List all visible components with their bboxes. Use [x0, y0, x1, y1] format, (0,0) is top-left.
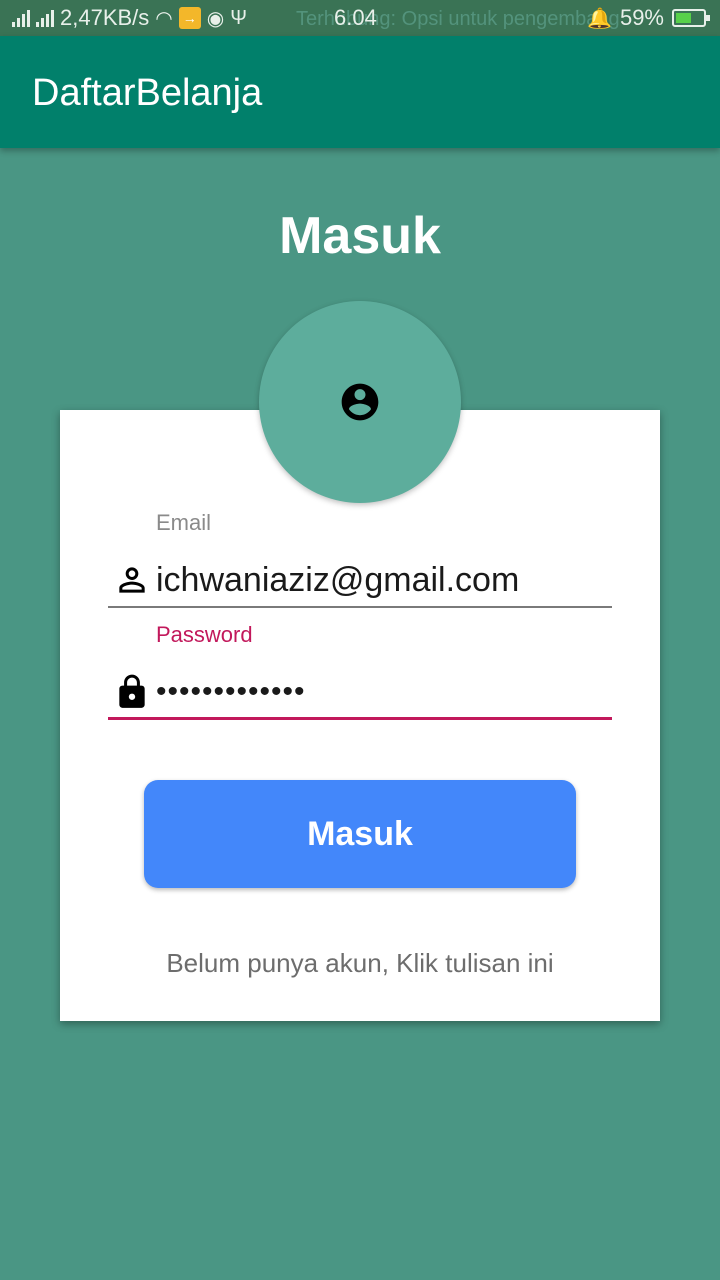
battery-icon	[672, 9, 710, 27]
email-input[interactable]	[156, 556, 612, 604]
status-bar: 2,47KB/s ◠ → ◉ Ψ Terhubung: Opsi untuk p…	[0, 0, 720, 36]
status-right: 🔔 59%	[587, 5, 710, 31]
email-label: Email	[156, 510, 212, 535]
password-label: Password	[156, 622, 253, 647]
login-button[interactable]: Masuk	[144, 780, 576, 888]
battery-fill	[676, 13, 692, 23]
register-link[interactable]: Belum punya akun, Klik tulisan ini	[60, 948, 660, 979]
password-input[interactable]	[156, 667, 612, 716]
battery-percent: 59%	[619, 5, 664, 30]
usb-icon: Ψ	[230, 6, 247, 29]
page-title: Masuk	[279, 207, 441, 265]
status-left: 2,47KB/s ◠ → ◉ Ψ	[12, 5, 247, 31]
network-speed: 2,47KB/s	[60, 5, 150, 30]
android-icon: ◉	[206, 7, 225, 30]
clock: 6.04	[334, 5, 377, 30]
wifi-icon: ◠	[155, 7, 173, 30]
email-field[interactable]	[108, 554, 612, 608]
app-notification-icon: →	[178, 7, 201, 29]
signal-icon	[12, 9, 30, 27]
app-title: DaftarBelanja	[32, 72, 263, 114]
password-field[interactable]	[108, 666, 612, 720]
app-bar: DaftarBelanja	[0, 36, 720, 148]
lock-icon	[108, 668, 156, 716]
signal-icon-2	[36, 9, 54, 27]
avatar	[259, 301, 461, 503]
mute-bell-icon: 🔔	[587, 7, 612, 30]
account-circle-icon	[341, 383, 379, 421]
person-icon	[108, 556, 156, 604]
